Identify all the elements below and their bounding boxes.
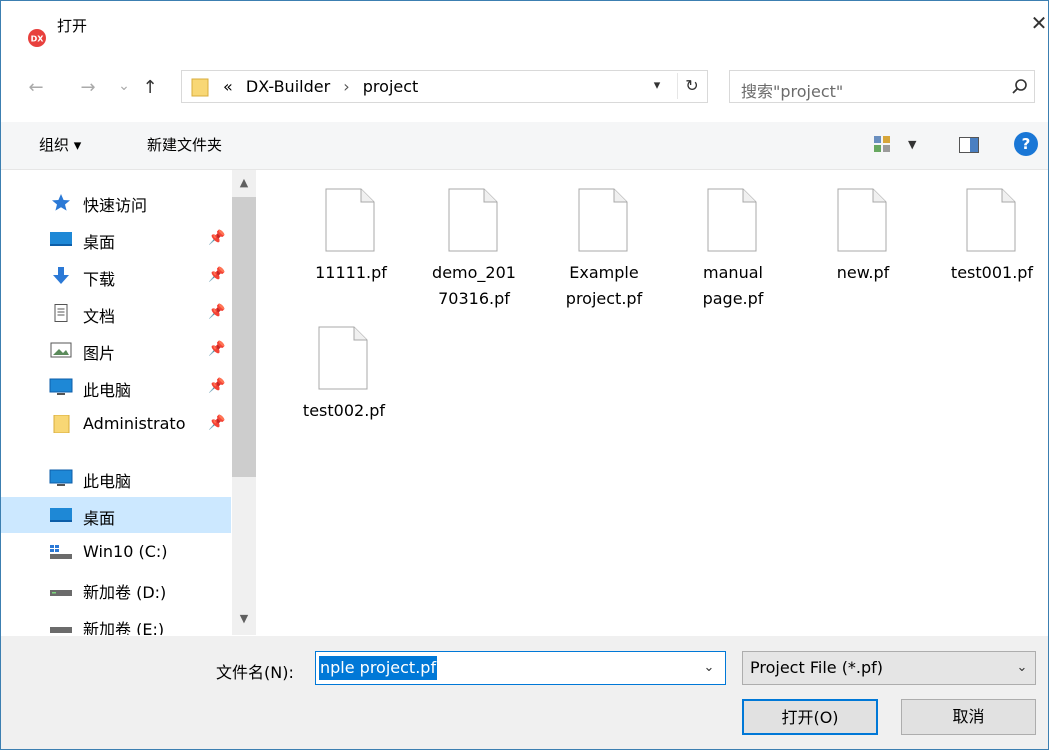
open-file-dialog: DX 打开 ✕ ← → ⌄ ↑ « DX-Builder › project ▾… — [0, 0, 1049, 750]
navigation-pane: 快速访问 桌面 📌 下载 📌 文档 📌 图片 📌 此电脑 📌 Administr… — [1, 170, 259, 635]
file-icon — [837, 188, 887, 252]
preview-pane-icon[interactable] — [959, 137, 979, 153]
file-icon — [325, 188, 375, 252]
file-icon — [578, 188, 628, 252]
sidebar-item-label: Win10 (C:) — [83, 542, 168, 561]
file-name: 11111.pf — [315, 263, 387, 282]
new-folder-button[interactable]: 新建文件夹 — [147, 134, 222, 155]
filetype-dropdown-icon[interactable]: ⌄ — [1011, 656, 1033, 680]
sidebar-item-drive-c[interactable]: Win10 (C:) — [1, 534, 231, 570]
desktop-icon — [50, 508, 72, 522]
cancel-button[interactable]: 取消 — [901, 699, 1036, 735]
file-icon — [448, 188, 498, 252]
computer-icon — [49, 469, 73, 486]
pictures-icon — [50, 342, 72, 358]
file-icon — [966, 188, 1016, 252]
window-title: 打开 — [57, 17, 88, 35]
sidebar-item-label: 下载 — [83, 270, 116, 289]
pin-icon[interactable]: 📌 — [208, 230, 225, 246]
open-button[interactable]: 打开(O) — [742, 699, 878, 735]
app-icon: DX — [28, 29, 46, 47]
pin-icon[interactable]: 📌 — [208, 304, 225, 320]
scroll-up-icon[interactable]: ▲ — [232, 171, 256, 195]
sidebar-item-label: 桌面 — [83, 509, 116, 528]
forward-button[interactable]: → — [75, 74, 101, 102]
desktop-icon — [50, 232, 72, 246]
file-name: new.pf — [836, 263, 890, 282]
computer-icon — [49, 378, 73, 395]
svg-text:DX: DX — [31, 35, 45, 44]
sidebar-item-label: 图片 — [83, 344, 116, 363]
file-list: 11111.pf demo_201 70316.pf Example project… — [259, 170, 1048, 635]
drive-icon — [50, 627, 72, 633]
help-icon[interactable]: ? — [1014, 132, 1038, 156]
filename-value[interactable]: nple project.pf — [319, 656, 438, 680]
sidebar-item-label: 文档 — [83, 307, 116, 326]
drive-icon — [50, 590, 72, 596]
sidebar-item-this-pc[interactable]: 此电脑 — [1, 460, 231, 496]
view-options-icon[interactable] — [873, 135, 891, 153]
file-name: manual page.pf — [702, 263, 764, 308]
breadcrumb-dx-builder[interactable]: DX-Builder — [238, 77, 330, 96]
sidebar-item-desktop-pinned[interactable]: 桌面 📌 — [1, 221, 231, 257]
windows-drive-icon — [50, 545, 72, 559]
title-bar — [1, 1, 1048, 37]
file-name: demo_201 70316.pf — [432, 263, 516, 308]
recent-locations-button[interactable]: ⌄ — [111, 72, 137, 100]
close-icon[interactable]: ✕ — [1028, 11, 1048, 35]
file-name: Example project.pf — [565, 263, 643, 308]
pin-icon[interactable]: 📌 — [208, 378, 225, 394]
sidebar-item-label: 桌面 — [83, 233, 116, 252]
star-icon — [52, 194, 70, 211]
sidebar-item-label: 此电脑 — [83, 381, 132, 400]
pin-icon[interactable]: 📌 — [208, 415, 225, 431]
download-icon — [53, 267, 69, 284]
file-icon — [707, 188, 757, 252]
sidebar-item-desktop[interactable]: 桌面 — [1, 497, 231, 533]
sidebar-item-label: 新加卷 (E:) — [83, 620, 165, 635]
sidebar-item-documents[interactable]: 文档 📌 — [1, 295, 231, 331]
up-button[interactable]: ↑ — [137, 74, 163, 102]
breadcrumb-overflow[interactable]: « — [223, 77, 233, 96]
scrollbar-thumb[interactable] — [232, 197, 256, 477]
search-icon[interactable] — [1009, 75, 1031, 99]
refresh-icon[interactable]: ↻ — [677, 73, 706, 99]
file-icon — [318, 326, 368, 390]
breadcrumb: « DX-Builder › project — [223, 77, 418, 96]
folder-icon — [191, 78, 209, 97]
search-placeholder[interactable]: 搜索"project" — [741, 78, 843, 102]
sidebar-item-drive-e[interactable]: 新加卷 (E:) — [1, 608, 231, 635]
back-button[interactable]: ← — [23, 74, 49, 102]
breadcrumb-project[interactable]: project — [363, 77, 419, 96]
file-name: test002.pf — [302, 401, 386, 420]
folder-icon — [53, 415, 70, 433]
sidebar-item-label: Administrato — [83, 414, 186, 433]
sidebar-item-pictures[interactable]: 图片 📌 — [1, 332, 231, 368]
document-icon — [54, 304, 68, 322]
sidebar-item-label: 新加卷 (D:) — [83, 583, 167, 602]
organize-menu[interactable]: 组织 ▾ — [39, 134, 81, 155]
filetype-value[interactable]: Project File (*.pf) — [750, 658, 883, 677]
scroll-down-icon[interactable]: ▼ — [232, 607, 256, 631]
sidebar-item-label: 快速访问 — [83, 196, 148, 215]
sidebar-item-downloads[interactable]: 下载 📌 — [1, 258, 231, 294]
file-name: test001.pf — [950, 263, 1034, 282]
sidebar-item-this-pc-pinned[interactable]: 此电脑 📌 — [1, 369, 231, 405]
sidebar-item-drive-d[interactable]: 新加卷 (D:) — [1, 571, 231, 607]
breadcrumb-separator: › — [343, 77, 350, 96]
pin-icon[interactable]: 📌 — [208, 341, 225, 357]
address-dropdown-icon[interactable]: ▾ — [645, 73, 669, 99]
filename-dropdown-icon[interactable]: ⌄ — [698, 656, 720, 680]
sidebar-item-label: 此电脑 — [83, 472, 132, 491]
filename-label: 文件名(N): — [216, 663, 294, 682]
view-dropdown-icon[interactable]: ▼ — [908, 138, 916, 151]
sidebar-item-administrator[interactable]: Administrato 📌 — [1, 406, 231, 442]
pin-icon[interactable]: 📌 — [208, 267, 225, 283]
sidebar-item-quick-access[interactable]: 快速访问 — [1, 184, 231, 220]
